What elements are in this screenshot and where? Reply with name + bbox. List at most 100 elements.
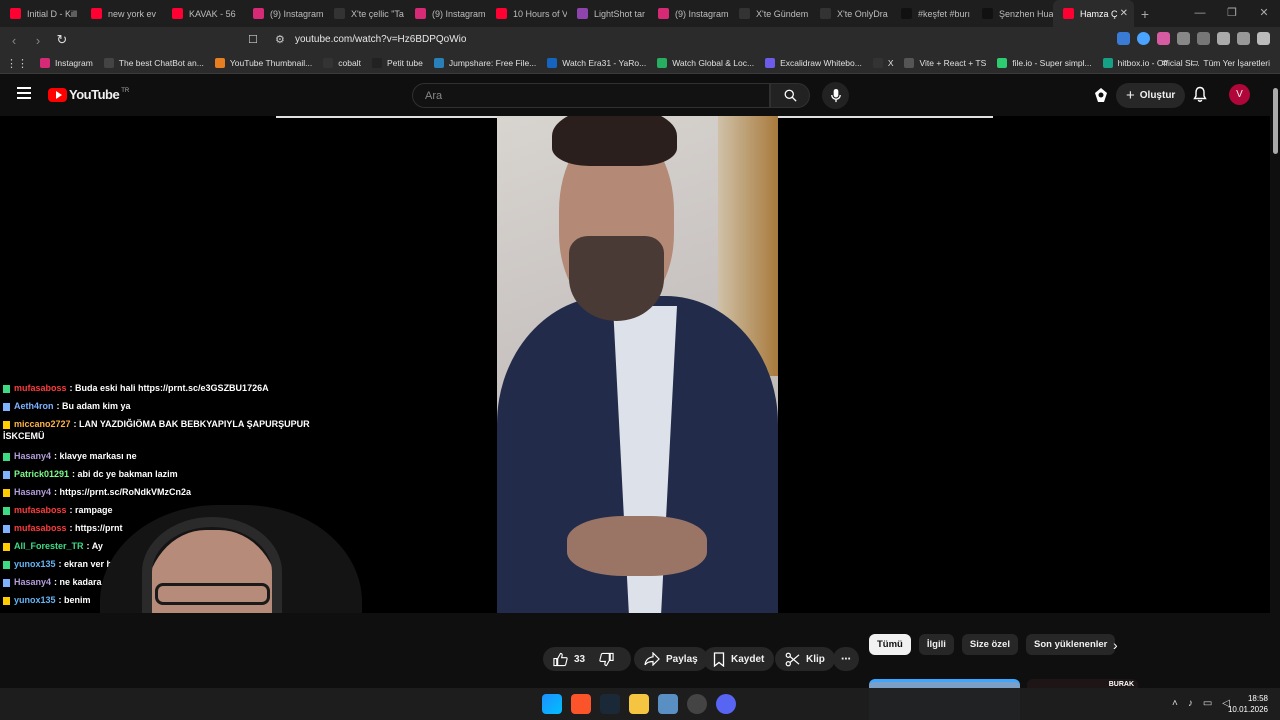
x-icon xyxy=(739,8,750,19)
bookmark-item[interactable]: Excalidraw Whitebo... xyxy=(765,58,862,68)
browser-tab[interactable]: (9) Instagram xyxy=(405,0,486,27)
close-window-icon[interactable]: ✕ xyxy=(1248,0,1280,27)
dislike-icon[interactable] xyxy=(599,652,614,667)
puzzle-icon[interactable] xyxy=(1177,32,1190,45)
like-icon[interactable] xyxy=(553,652,568,667)
chat-text: : benim xyxy=(58,595,91,605)
tab-title: Şenzhen Hua xyxy=(999,8,1053,19)
page-scrollbar[interactable] xyxy=(1270,74,1280,720)
browser-tab[interactable]: new york ev xyxy=(81,0,162,27)
close-tab-icon[interactable]: ✕ xyxy=(1120,8,1128,19)
file-explorer-icon[interactable] xyxy=(629,694,649,714)
bookmark-favicon-icon xyxy=(214,58,225,68)
apps-grid-icon[interactable]: ⋮⋮ xyxy=(6,57,28,70)
folder-icon: ▭ xyxy=(1190,57,1199,67)
more-actions-button[interactable]: ⋯ xyxy=(833,647,859,671)
bookmark-item[interactable]: Petit tube xyxy=(371,58,423,68)
browser-tab[interactable]: X'te Gündem xyxy=(729,0,810,27)
more-icon: ⋯ xyxy=(841,653,851,665)
vpn-icon[interactable] xyxy=(1237,32,1250,45)
new-tab-button[interactable]: + xyxy=(1134,6,1156,22)
minimize-icon[interactable]: — xyxy=(1184,0,1216,27)
browser-tab[interactable]: LightShot tar xyxy=(567,0,648,27)
bookmarks-more-icon[interactable]: » xyxy=(1162,57,1168,69)
browser-tab[interactable]: X'te OnlyDra xyxy=(810,0,891,27)
youtube-logo[interactable]: YouTube TR xyxy=(48,87,129,102)
bookmark-item[interactable]: Watch Global & Loc... xyxy=(657,58,754,68)
tray-expand-icon[interactable]: ˄ xyxy=(1172,698,1178,709)
tab-title: (9) Instagram xyxy=(432,8,486,19)
microphone-tray-icon[interactable]: ♪ xyxy=(1188,698,1193,709)
bookmark-item[interactable]: file.io - Super simpl... xyxy=(997,58,1092,68)
search-button[interactable] xyxy=(770,83,810,108)
menu-icon[interactable] xyxy=(1257,32,1270,45)
clip-button[interactable]: Klip xyxy=(775,647,835,671)
browser-tab[interactable]: Hamza Ç ✕ xyxy=(1053,0,1134,27)
site-info-icon[interactable]: ⚙ xyxy=(275,33,285,46)
browser-tab[interactable]: X'te çellic "Ta xyxy=(324,0,405,27)
hamburger-menu-icon[interactable] xyxy=(17,87,31,99)
taskbar-apps xyxy=(542,694,736,714)
browser-tab[interactable]: (9) Instagram xyxy=(243,0,324,27)
browser-tab[interactable]: 10 Hours of V xyxy=(486,0,567,27)
browser-tab[interactable]: Initial D - Kill xyxy=(0,0,81,27)
bookmark-item[interactable]: Jumpshare: Free File... xyxy=(433,58,536,68)
steam-icon[interactable] xyxy=(600,694,620,714)
brave-browser-icon[interactable] xyxy=(571,694,591,714)
bookmark-item[interactable]: cobalt xyxy=(323,58,361,68)
bookmark-item[interactable]: YouTube Thumbnail... xyxy=(214,58,312,68)
save-button[interactable]: Kaydet xyxy=(703,647,775,671)
browser-tab[interactable]: KAVAK - 56 xyxy=(162,0,243,27)
all-bookmarks-link[interactable]: ▭ Tüm Yer İşaretleri xyxy=(1190,57,1270,68)
bookmark-item[interactable]: Instagram xyxy=(40,58,93,68)
bookmark-item[interactable]: The best ChatBot an... xyxy=(103,58,204,68)
reload-icon[interactable]: ↻ xyxy=(52,32,72,48)
extension-icon[interactable] xyxy=(1157,32,1170,45)
forward-icon[interactable]: › xyxy=(28,33,48,48)
filter-chip[interactable]: Size özel xyxy=(961,634,1018,655)
filter-chip[interactable]: Tümü xyxy=(869,634,911,655)
bookmark-page-icon[interactable]: ☐ xyxy=(248,33,258,46)
network-icon[interactable]: ▭ xyxy=(1203,698,1212,709)
sidebar-icon[interactable] xyxy=(1197,32,1210,45)
extension-icon[interactable] xyxy=(1137,32,1150,45)
search-input[interactable] xyxy=(413,84,769,107)
create-button[interactable]: + Oluştur xyxy=(1116,83,1186,108)
account-avatar[interactable]: V xyxy=(1229,84,1250,105)
music-icon[interactable] xyxy=(1217,32,1230,45)
extension-icon[interactable] xyxy=(1117,32,1130,45)
instagram-icon xyxy=(253,8,264,19)
browser-tab[interactable]: Şenzhen Hua xyxy=(972,0,1053,27)
youtube-studio-icon[interactable] xyxy=(1093,87,1109,103)
share-label: Paylaş xyxy=(666,653,698,665)
tab-title: 10 Hours of V xyxy=(513,8,567,19)
system-clock[interactable]: 18:58 10.01.2026 xyxy=(1228,693,1268,715)
chat-badge-icon xyxy=(3,578,10,587)
back-icon[interactable]: ‹ xyxy=(4,33,24,48)
chat-username: yunox135 xyxy=(14,559,56,569)
filter-chip[interactable]: Son yüklenenler xyxy=(1025,634,1116,655)
bookmark-item[interactable]: Vite + React + TS xyxy=(904,58,986,68)
discord-icon[interactable] xyxy=(716,694,736,714)
app-icon[interactable] xyxy=(687,694,707,714)
browser-tab[interactable]: (9) Instagram xyxy=(648,0,729,27)
bookmark-item[interactable]: X xyxy=(872,58,893,68)
region-code: TR xyxy=(121,87,130,94)
bookmark-item[interactable]: hitbox.io - Official Si... xyxy=(1102,58,1200,68)
url-field[interactable]: youtube.com/watch?v=Hz6BDPQoWio xyxy=(295,34,466,45)
chat-text: : klavye markası ne xyxy=(54,451,137,461)
chat-badge-icon xyxy=(3,452,10,461)
bookmark-label: Watch Global & Loc... xyxy=(672,58,755,68)
youtube-icon xyxy=(91,8,102,19)
browser-tab[interactable]: #keşfet #burı xyxy=(891,0,972,27)
notifications-bell-icon[interactable] xyxy=(1192,86,1208,103)
chips-next-icon[interactable]: › xyxy=(1113,637,1118,653)
voice-search-button[interactable] xyxy=(822,82,849,109)
share-button[interactable]: Paylaş xyxy=(634,647,708,671)
maximize-icon[interactable]: ❐ xyxy=(1216,0,1248,27)
windows-start-icon[interactable] xyxy=(542,694,562,714)
photos-icon[interactable] xyxy=(658,694,678,714)
chat-badge-icon xyxy=(3,506,10,515)
bookmark-item[interactable]: Watch Era31 - YaRo... xyxy=(547,58,646,68)
filter-chip[interactable]: İlgili xyxy=(918,634,954,655)
